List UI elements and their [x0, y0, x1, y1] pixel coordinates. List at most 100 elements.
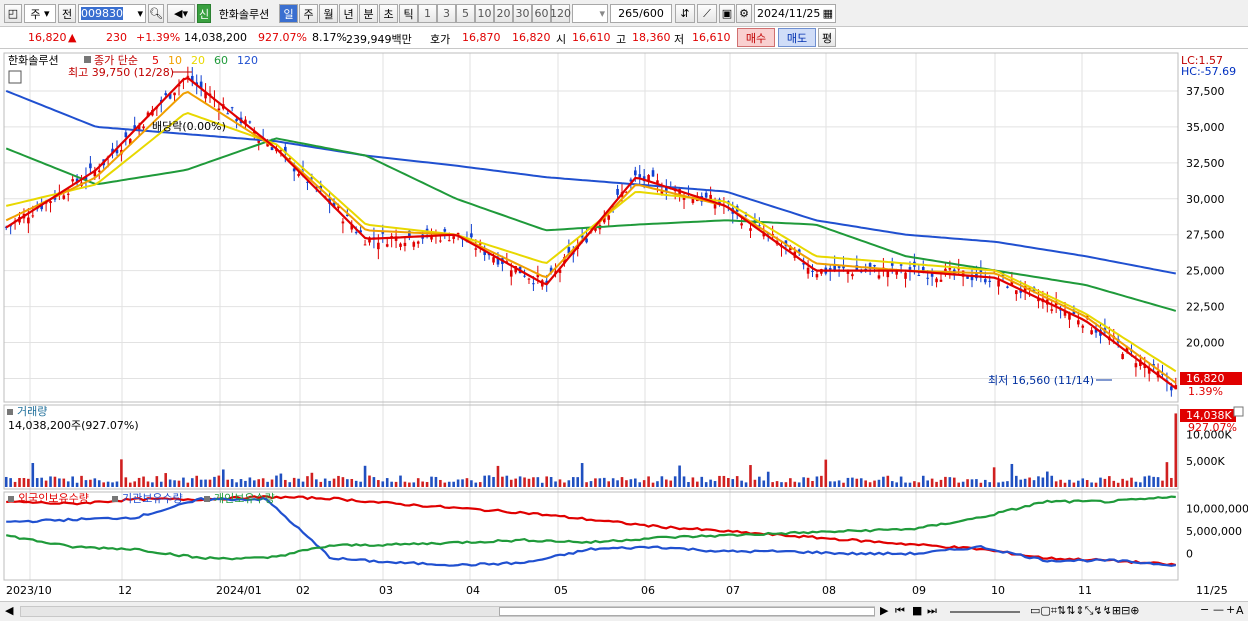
- candle-body: [97, 170, 101, 172]
- volume-bar: [762, 480, 766, 487]
- candle-body: [452, 236, 455, 239]
- interval-select[interactable]: ▾: [572, 4, 608, 23]
- dash-icon[interactable]: —: [1213, 603, 1224, 616]
- volume-bar: [368, 475, 371, 487]
- x-tick: 2023/10: [6, 584, 52, 597]
- volume-bar: [1085, 480, 1089, 487]
- interval-button-120[interactable]: 120: [550, 4, 571, 23]
- plus-icon[interactable]: +: [1226, 603, 1235, 616]
- minus-icon[interactable]: −: [1200, 603, 1209, 616]
- candle-body: [474, 248, 478, 250]
- table-icon[interactable]: [8, 70, 22, 84]
- holding-legend: 외국인보유수량 기관보유수량 개인보유수량: [8, 492, 275, 505]
- candle-body: [363, 244, 367, 246]
- tab-period-2[interactable]: 월: [319, 4, 338, 23]
- volume-bar: [137, 477, 141, 487]
- x-axis-labels: 2023/10 12 2024/01 02 03 04 05 06 07 08 09 10 11 11/2…: [6, 584, 1228, 597]
- volume-bar: [53, 476, 57, 487]
- volume-bar: [899, 476, 903, 487]
- candle-body: [443, 229, 447, 232]
- rewind-icon[interactable]: ⏮: [895, 604, 905, 618]
- candle-body: [815, 274, 819, 278]
- price-panel-title: 한화솔루션: [8, 54, 59, 67]
- volume-bar: [589, 481, 593, 487]
- volume-bar: [824, 459, 828, 487]
- high-price: 18,360: [632, 31, 671, 44]
- candle-icon[interactable]: ⇵: [675, 4, 695, 23]
- volume-bar: [602, 477, 606, 487]
- volume-bar: [279, 473, 283, 487]
- candle-body: [1014, 290, 1018, 295]
- volume-bar: [301, 481, 305, 487]
- zoom-slider[interactable]: [950, 611, 1020, 613]
- volume-bar: [833, 481, 836, 487]
- count-input[interactable]: 265/600: [610, 4, 672, 23]
- volume-bar: [284, 479, 287, 487]
- holding-tick: 10,000,000: [1186, 502, 1248, 515]
- candle-body: [399, 243, 402, 247]
- tab-period-5[interactable]: 초: [379, 4, 398, 23]
- price-chart[interactable]: 37,500 35,000 32,500 30,000 27,500 25,000 22,5…: [0, 49, 1248, 601]
- candle-body: [403, 242, 407, 247]
- buy-button[interactable]: 매수: [737, 28, 775, 47]
- interval-button-30[interactable]: 30: [513, 4, 532, 23]
- volume-bar: [40, 477, 43, 487]
- stop-icon[interactable]: ■: [912, 604, 922, 617]
- interval-button-10[interactable]: 10: [475, 4, 494, 23]
- save-icon[interactable]: ▣: [719, 4, 735, 23]
- interval-button-5[interactable]: 5: [456, 4, 475, 23]
- interval-button-3[interactable]: 3: [437, 4, 456, 23]
- interval-button-20[interactable]: 20: [494, 4, 513, 23]
- volume-bar: [84, 480, 88, 487]
- low-price: 16,610: [692, 31, 731, 44]
- tab-period-1[interactable]: 주: [299, 4, 318, 23]
- volume-bar: [629, 479, 633, 487]
- tab-period-4[interactable]: 분: [359, 4, 378, 23]
- auto-icon[interactable]: A: [1236, 604, 1244, 617]
- x-tick: 06: [641, 584, 655, 597]
- window-icon[interactable]: ◰: [4, 4, 22, 23]
- forward-icon[interactable]: ⏭: [927, 604, 937, 618]
- tab-period-3[interactable]: 년: [339, 4, 358, 23]
- volume-bar: [159, 481, 163, 487]
- candle-body: [899, 264, 903, 266]
- date-picker[interactable]: 2024/11/25 ▦: [754, 4, 836, 23]
- interval-button-1[interactable]: 1: [418, 4, 437, 23]
- volume-bar: [1068, 479, 1071, 487]
- candle-body: [1090, 330, 1093, 335]
- legend-square-icon: [8, 496, 14, 502]
- horizontal-scrollbar[interactable]: [20, 606, 875, 617]
- dividend-note: 배당락(0.00%): [152, 120, 226, 133]
- interval-button-60[interactable]: 60: [532, 4, 551, 23]
- volume-bar: [988, 482, 992, 487]
- x-tick: 11: [1078, 584, 1092, 597]
- last-volume-rate: 927.07%: [1188, 421, 1237, 434]
- avg-button[interactable]: 평: [818, 28, 836, 47]
- volume-bar: [961, 481, 965, 487]
- scroll-left-icon[interactable]: ◀: [5, 604, 13, 617]
- volume-bar: [744, 482, 748, 487]
- panel-close-icon[interactable]: [1233, 406, 1244, 417]
- tab-period-0[interactable]: 일: [279, 4, 298, 23]
- chart-settings-icon[interactable]: ⟋: [697, 4, 717, 23]
- tab-period-6[interactable]: 틱: [399, 4, 418, 23]
- scrollbar-thumb[interactable]: [499, 607, 875, 616]
- volume-bar: [1037, 476, 1040, 487]
- zoom-tools-icon[interactable]: ▭▢⌗⇅⇅⇕⤡↯↯⊞⊟⊕: [1030, 604, 1140, 618]
- candle-body: [926, 277, 929, 279]
- prev-button[interactable]: 전: [58, 4, 76, 23]
- volume-bar: [731, 479, 735, 487]
- volume-bar: [558, 479, 562, 487]
- volume-bar: [292, 477, 296, 487]
- gear-icon[interactable]: ⚙: [736, 4, 752, 23]
- x-tick: 07: [726, 584, 740, 597]
- market-select[interactable]: 주 ▾: [24, 4, 56, 23]
- scroll-right-icon[interactable]: ▶: [880, 604, 888, 617]
- speaker-icon[interactable]: ◀▾: [167, 4, 195, 23]
- volume-bar: [1090, 482, 1093, 487]
- code-input[interactable]: 009830 ▾: [78, 4, 146, 23]
- candle-body: [1170, 386, 1173, 391]
- sell-button[interactable]: 매도: [778, 28, 816, 47]
- search-icon[interactable]: 🔍︎: [148, 4, 164, 23]
- x-tick: 2024/01: [216, 584, 262, 597]
